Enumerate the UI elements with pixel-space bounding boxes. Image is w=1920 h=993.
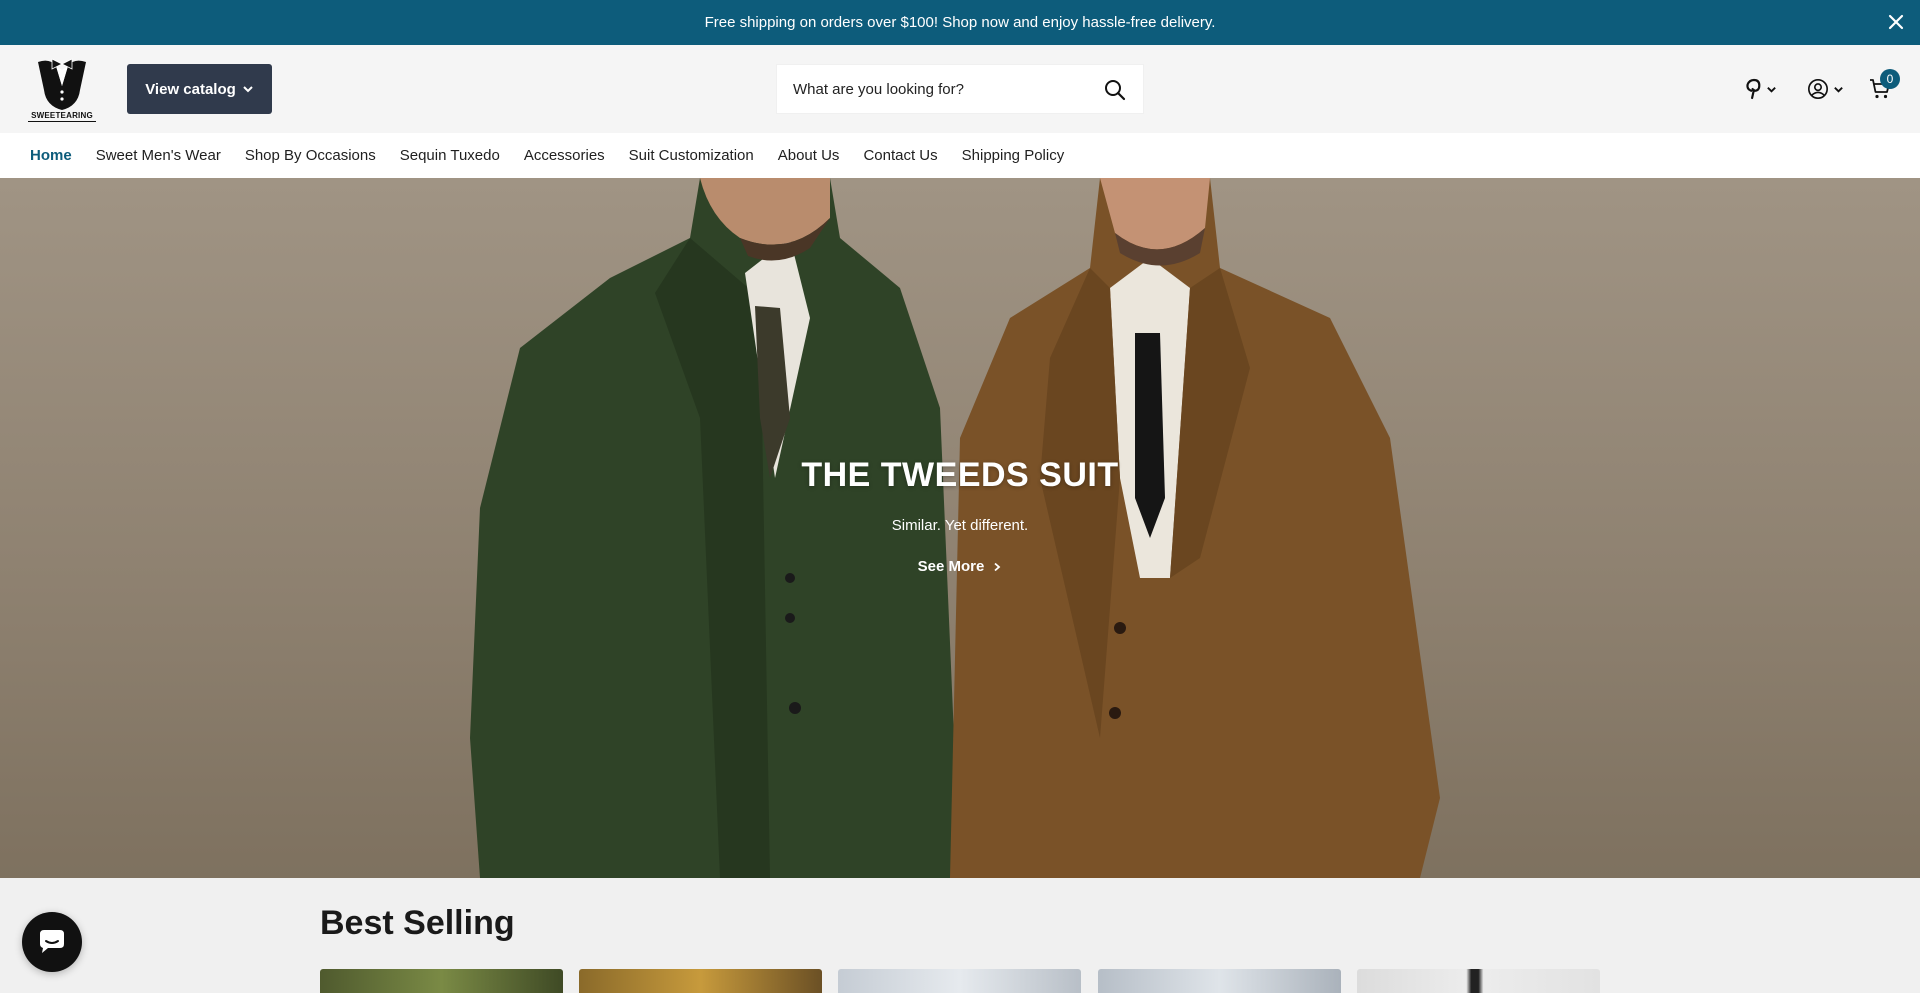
chat-button[interactable] xyxy=(22,912,82,972)
chevron-down-icon xyxy=(1767,86,1776,93)
nav-item-accessories[interactable]: Accessories xyxy=(524,147,605,164)
nav-item-shipping-policy[interactable]: Shipping Policy xyxy=(962,147,1065,164)
hero-content: THE TWEEDS SUIT Similar. Yet different. … xyxy=(0,456,1920,576)
nav-item-sweet-mens-wear[interactable]: Sweet Men's Wear xyxy=(96,147,221,164)
best-selling-heading: Best Selling xyxy=(320,904,515,942)
chevron-right-icon xyxy=(994,562,1001,571)
header: SWEETEARING View catalog 0 xyxy=(0,45,1920,133)
chevron-down-icon xyxy=(1834,86,1843,93)
account-icon xyxy=(1808,79,1828,99)
product-card[interactable] xyxy=(1098,969,1341,993)
announcement-bar: Free shipping on orders over $100! Shop … xyxy=(0,0,1920,45)
product-card[interactable] xyxy=(320,969,563,993)
hero-banner[interactable]: THE TWEEDS SUIT Similar. Yet different. … xyxy=(0,178,1920,878)
see-more-link[interactable]: See More xyxy=(918,558,1003,575)
logo[interactable]: SWEETEARING xyxy=(28,56,96,122)
nav-item-about-us[interactable]: About Us xyxy=(778,147,840,164)
search-input[interactable] xyxy=(777,65,1087,113)
pinterest-menu[interactable] xyxy=(1744,76,1777,102)
nav-item-shop-by-occasions[interactable]: Shop By Occasions xyxy=(245,147,376,164)
nav-item-suit-customization[interactable]: Suit Customization xyxy=(629,147,754,164)
search-bar xyxy=(776,64,1144,114)
nav-item-home[interactable]: Home xyxy=(30,147,72,164)
see-more-label: See More xyxy=(917,558,985,575)
main-nav: Home Sweet Men's Wear Shop By Occasions … xyxy=(0,133,1920,178)
account-menu[interactable] xyxy=(1807,76,1844,102)
product-card[interactable] xyxy=(579,969,822,993)
tuxedo-logo-icon xyxy=(38,58,86,110)
hero-subtitle: Similar. Yet different. xyxy=(891,517,1029,534)
hero-title: THE TWEEDS SUIT xyxy=(801,456,1119,494)
chat-icon xyxy=(40,930,64,953)
view-catalog-label: View catalog xyxy=(145,80,236,98)
product-card[interactable] xyxy=(838,969,1081,993)
close-icon[interactable] xyxy=(1884,10,1908,34)
pinterest-icon xyxy=(1746,78,1761,100)
search-icon[interactable] xyxy=(1103,78,1127,102)
nav-item-sequin-tuxedo[interactable]: Sequin Tuxedo xyxy=(400,147,500,164)
product-card[interactable] xyxy=(1357,969,1600,993)
view-catalog-button[interactable]: View catalog xyxy=(127,64,272,114)
announcement-text: Free shipping on orders over $100! Shop … xyxy=(704,14,1216,31)
nav-item-contact-us[interactable]: Contact Us xyxy=(863,147,937,164)
chevron-down-icon xyxy=(243,86,253,93)
logo-text: SWEETEARING xyxy=(28,111,96,122)
cart-count-badge: 0 xyxy=(1880,69,1900,89)
